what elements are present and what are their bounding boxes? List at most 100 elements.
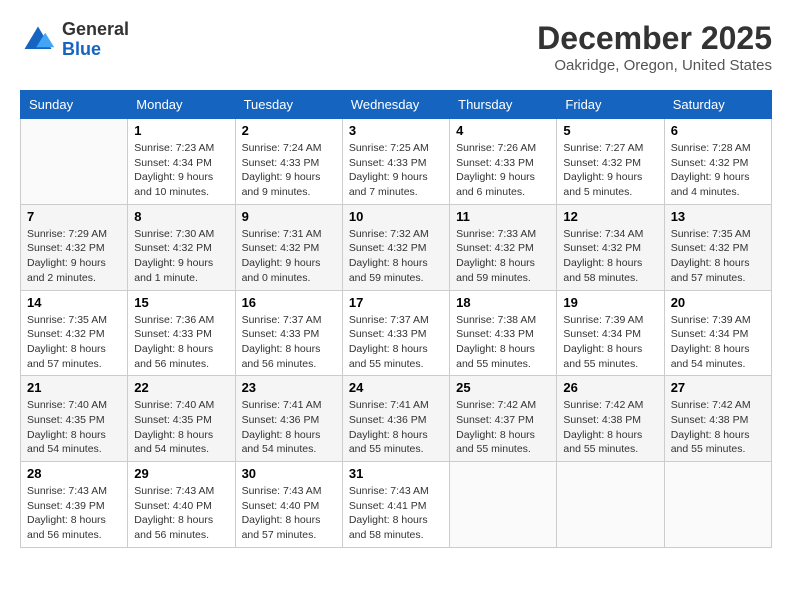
calendar-day-cell — [664, 462, 771, 548]
day-number: 10 — [349, 209, 443, 224]
day-info: Sunrise: 7:37 AMSunset: 4:33 PMDaylight:… — [242, 313, 336, 372]
day-number: 14 — [27, 295, 121, 310]
day-info: Sunrise: 7:38 AMSunset: 4:33 PMDaylight:… — [456, 313, 550, 372]
logo: General Blue — [20, 20, 129, 60]
calendar-day-cell: 17 Sunrise: 7:37 AMSunset: 4:33 PMDayligh… — [342, 290, 449, 376]
day-info: Sunrise: 7:36 AMSunset: 4:33 PMDaylight:… — [134, 313, 228, 372]
calendar-body: 1 Sunrise: 7:23 AMSunset: 4:34 PMDaylight… — [21, 119, 772, 548]
calendar-day-cell — [21, 119, 128, 205]
day-info: Sunrise: 7:40 AMSunset: 4:35 PMDaylight:… — [134, 398, 228, 457]
day-info: Sunrise: 7:27 AMSunset: 4:32 PMDaylight:… — [563, 141, 657, 200]
day-info: Sunrise: 7:35 AMSunset: 4:32 PMDaylight:… — [671, 227, 765, 286]
calendar-week-row: 14 Sunrise: 7:35 AMSunset: 4:32 PMDayligh… — [21, 290, 772, 376]
day-info: Sunrise: 7:37 AMSunset: 4:33 PMDaylight:… — [349, 313, 443, 372]
calendar-day-cell: 6 Sunrise: 7:28 AMSunset: 4:32 PMDaylight… — [664, 119, 771, 205]
day-info: Sunrise: 7:41 AMSunset: 4:36 PMDaylight:… — [242, 398, 336, 457]
calendar-day-cell: 14 Sunrise: 7:35 AMSunset: 4:32 PMDayligh… — [21, 290, 128, 376]
calendar-day-cell: 20 Sunrise: 7:39 AMSunset: 4:34 PMDayligh… — [664, 290, 771, 376]
logo-blue: Blue — [62, 40, 129, 60]
calendar-day-cell: 10Sunrise: 7:32 AMSunset: 4:32 PMDayligh… — [342, 204, 449, 290]
day-number: 17 — [349, 295, 443, 310]
calendar-day-cell: 4 Sunrise: 7:26 AMSunset: 4:33 PMDaylight… — [450, 119, 557, 205]
weekday-header: Thursday — [450, 91, 557, 119]
day-number: 1 — [134, 123, 228, 138]
day-info: Sunrise: 7:43 AMSunset: 4:39 PMDaylight:… — [27, 484, 121, 543]
day-info: Sunrise: 7:35 AMSunset: 4:32 PMDaylight:… — [27, 313, 121, 372]
calendar-day-cell: 5 Sunrise: 7:27 AMSunset: 4:32 PMDaylight… — [557, 119, 664, 205]
day-number: 18 — [456, 295, 550, 310]
day-number: 26 — [563, 380, 657, 395]
day-info: Sunrise: 7:42 AMSunset: 4:38 PMDaylight:… — [563, 398, 657, 457]
day-info: Sunrise: 7:43 AMSunset: 4:40 PMDaylight:… — [242, 484, 336, 543]
day-number: 9 — [242, 209, 336, 224]
weekday-header: Tuesday — [235, 91, 342, 119]
day-number: 6 — [671, 123, 765, 138]
calendar-day-cell: 1 Sunrise: 7:23 AMSunset: 4:34 PMDaylight… — [128, 119, 235, 205]
calendar-week-row: 1 Sunrise: 7:23 AMSunset: 4:34 PMDaylight… — [21, 119, 772, 205]
calendar-day-cell: 15Sunrise: 7:36 AMSunset: 4:33 PMDayligh… — [128, 290, 235, 376]
logo-icon — [20, 22, 56, 58]
logo-general: General — [62, 20, 129, 40]
day-info: Sunrise: 7:41 AMSunset: 4:36 PMDaylight:… — [349, 398, 443, 457]
calendar-day-cell: 29Sunrise: 7:43 AMSunset: 4:40 PMDayligh… — [128, 462, 235, 548]
day-info: Sunrise: 7:28 AMSunset: 4:32 PMDaylight:… — [671, 141, 765, 200]
day-info: Sunrise: 7:26 AMSunset: 4:33 PMDaylight:… — [456, 141, 550, 200]
day-number: 23 — [242, 380, 336, 395]
calendar-day-cell: 18 Sunrise: 7:38 AMSunset: 4:33 PMDayligh… — [450, 290, 557, 376]
calendar-day-cell: 3 Sunrise: 7:25 AMSunset: 4:33 PMDaylight… — [342, 119, 449, 205]
calendar-day-cell: 23 Sunrise: 7:41 AMSunset: 4:36 PMDayligh… — [235, 376, 342, 462]
logo-text: General Blue — [62, 20, 129, 60]
day-number: 2 — [242, 123, 336, 138]
day-info: Sunrise: 7:43 AMSunset: 4:41 PMDaylight:… — [349, 484, 443, 543]
calendar-day-cell: 19 Sunrise: 7:39 AMSunset: 4:34 PMDayligh… — [557, 290, 664, 376]
calendar-day-cell: 11 Sunrise: 7:33 AMSunset: 4:32 PMDayligh… — [450, 204, 557, 290]
day-info: Sunrise: 7:23 AMSunset: 4:34 PMDaylight:… — [134, 141, 228, 200]
page-header: General Blue December 2025 Oakridge, Ore… — [20, 20, 772, 74]
calendar-day-cell: 13Sunrise: 7:35 AMSunset: 4:32 PMDayligh… — [664, 204, 771, 290]
calendar-table: SundayMondayTuesdayWednesdayThursdayFrid… — [20, 90, 772, 548]
day-number: 24 — [349, 380, 443, 395]
calendar-day-cell: 21Sunrise: 7:40 AMSunset: 4:35 PMDayligh… — [21, 376, 128, 462]
day-number: 3 — [349, 123, 443, 138]
calendar-day-cell: 22Sunrise: 7:40 AMSunset: 4:35 PMDayligh… — [128, 376, 235, 462]
location-subtitle: Oakridge, Oregon, United States — [537, 57, 772, 74]
calendar-day-cell: 8 Sunrise: 7:30 AMSunset: 4:32 PMDaylight… — [128, 204, 235, 290]
day-info: Sunrise: 7:39 AMSunset: 4:34 PMDaylight:… — [671, 313, 765, 372]
calendar-day-cell: 30 Sunrise: 7:43 AMSunset: 4:40 PMDayligh… — [235, 462, 342, 548]
calendar-week-row: 21 Sunrise: 7:40 AMSunset: 4:35 PMDayligh… — [21, 376, 772, 462]
calendar-day-cell — [450, 462, 557, 548]
day-info: Sunrise: 7:25 AMSunset: 4:33 PMDaylight:… — [349, 141, 443, 200]
calendar-day-cell: 27Sunrise: 7:42 AMSunset: 4:38 PMDayligh… — [664, 376, 771, 462]
calendar-day-cell: 31 Sunrise: 7:43 AMSunset: 4:41 PMDayligh… — [342, 462, 449, 548]
day-info: Sunrise: 7:42 AMSunset: 4:38 PMDaylight:… — [671, 398, 765, 457]
day-number: 7 — [27, 209, 121, 224]
calendar-week-row: 7 Sunrise: 7:29 AMSunset: 4:32 PMDaylight… — [21, 204, 772, 290]
day-info: Sunrise: 7:33 AMSunset: 4:32 PMDaylight:… — [456, 227, 550, 286]
day-info: Sunrise: 7:39 AMSunset: 4:34 PMDaylight:… — [563, 313, 657, 372]
day-info: Sunrise: 7:29 AMSunset: 4:32 PMDaylight:… — [27, 227, 121, 286]
calendar-day-cell: 9 Sunrise: 7:31 AMSunset: 4:32 PMDaylight… — [235, 204, 342, 290]
weekday-header-row: SundayMondayTuesdayWednesdayThursdayFrid… — [21, 91, 772, 119]
calendar-day-cell: 16 Sunrise: 7:37 AMSunset: 4:33 PMDayligh… — [235, 290, 342, 376]
day-number: 31 — [349, 466, 443, 481]
day-number: 11 — [456, 209, 550, 224]
calendar-day-cell: 12Sunrise: 7:34 AMSunset: 4:32 PMDayligh… — [557, 204, 664, 290]
day-number: 4 — [456, 123, 550, 138]
calendar-week-row: 28Sunrise: 7:43 AMSunset: 4:39 PMDayligh… — [21, 462, 772, 548]
day-number: 19 — [563, 295, 657, 310]
day-number: 12 — [563, 209, 657, 224]
title-section: December 2025 Oakridge, Oregon, United S… — [537, 20, 772, 74]
day-number: 16 — [242, 295, 336, 310]
day-number: 20 — [671, 295, 765, 310]
day-number: 8 — [134, 209, 228, 224]
calendar-day-cell: 26 Sunrise: 7:42 AMSunset: 4:38 PMDayligh… — [557, 376, 664, 462]
weekday-header: Wednesday — [342, 91, 449, 119]
day-number: 30 — [242, 466, 336, 481]
day-number: 5 — [563, 123, 657, 138]
calendar-day-cell: 24 Sunrise: 7:41 AMSunset: 4:36 PMDayligh… — [342, 376, 449, 462]
day-info: Sunrise: 7:30 AMSunset: 4:32 PMDaylight:… — [134, 227, 228, 286]
calendar-day-cell: 28Sunrise: 7:43 AMSunset: 4:39 PMDayligh… — [21, 462, 128, 548]
calendar-day-cell — [557, 462, 664, 548]
day-number: 21 — [27, 380, 121, 395]
day-info: Sunrise: 7:31 AMSunset: 4:32 PMDaylight:… — [242, 227, 336, 286]
